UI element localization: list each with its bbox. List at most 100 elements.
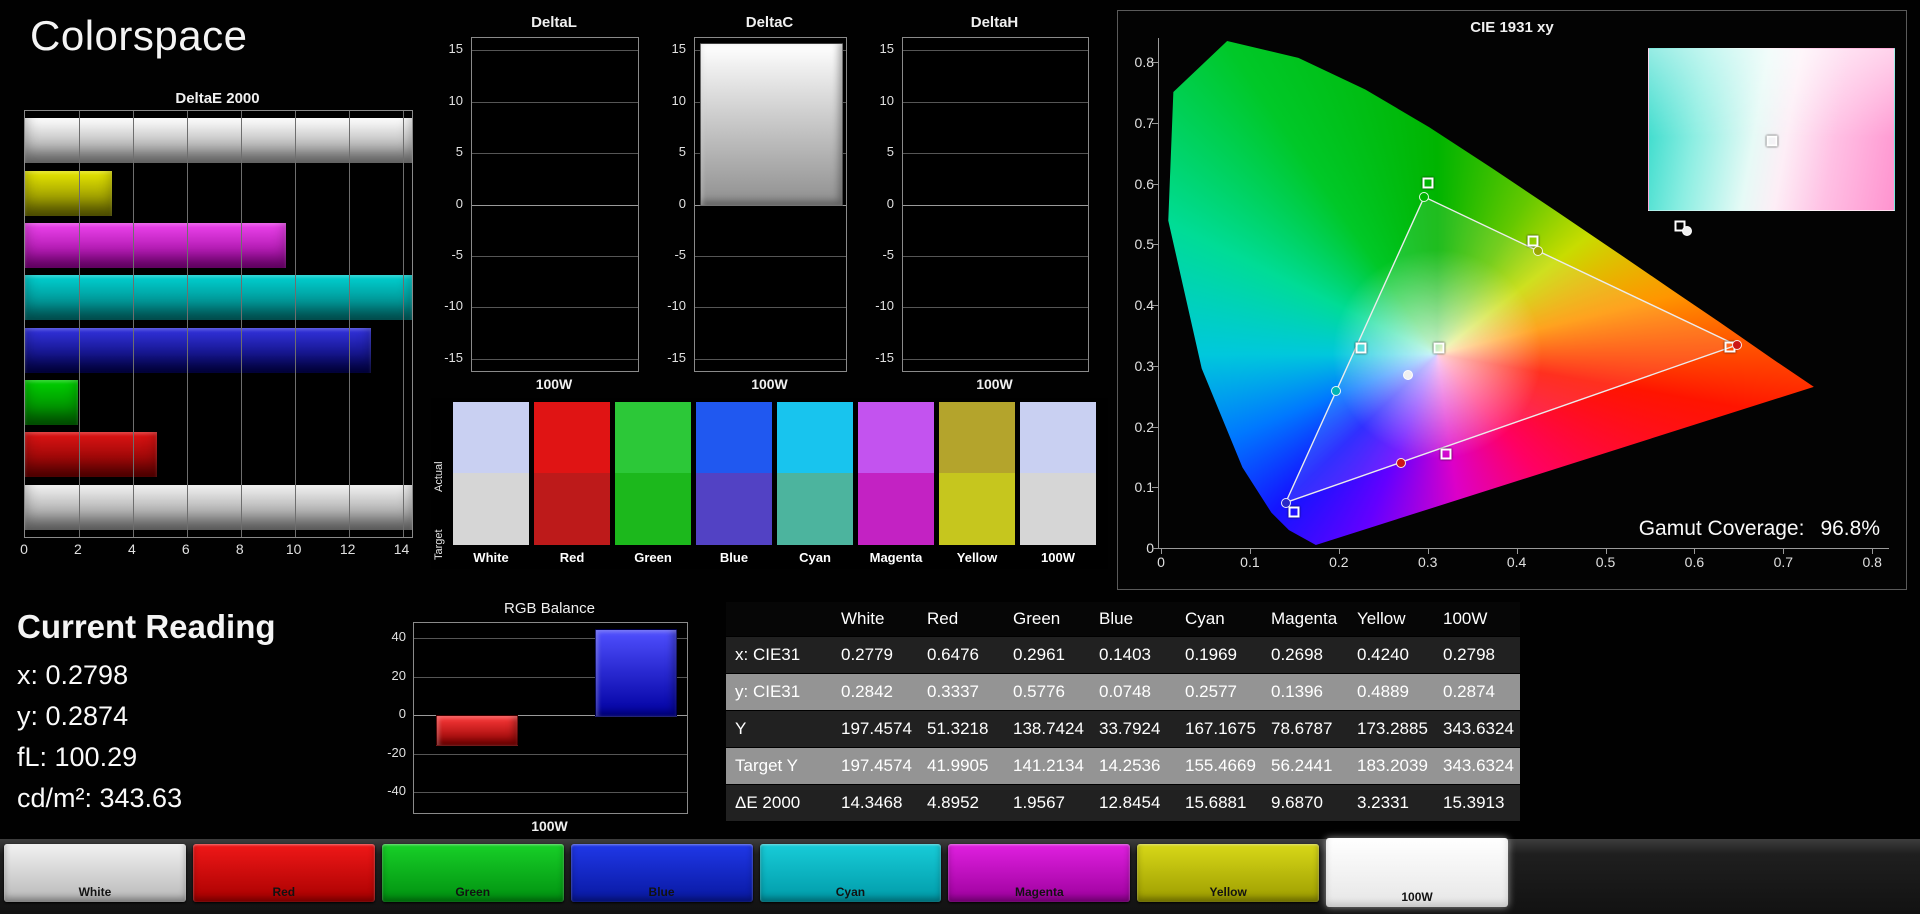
table-cell: 3.2331 xyxy=(1348,785,1434,822)
table-cell: 0.1396 xyxy=(1262,674,1348,711)
table-cell: 56.2441 xyxy=(1262,748,1348,785)
red-measured xyxy=(1731,340,1742,351)
delta-y-tick: -10 xyxy=(875,298,894,314)
pattern-button-white[interactable]: White xyxy=(4,844,186,902)
table-header-cell xyxy=(726,602,832,637)
table-cell: 197.4574 xyxy=(832,711,918,748)
delta-gridline xyxy=(472,204,638,206)
delta-y-tick: 0 xyxy=(886,195,894,211)
cie-tick-mark xyxy=(1152,122,1159,124)
gamut-coverage-label: Gamut Coverage: xyxy=(1638,517,1805,540)
delta-gridline xyxy=(472,101,638,103)
cie-tick-mark xyxy=(1152,426,1159,428)
cie-y-tick: 0.4 xyxy=(1134,297,1154,313)
deltae-bar-cyan xyxy=(25,275,412,321)
white-target xyxy=(1433,342,1445,354)
current-reading-heading: Current Reading xyxy=(17,608,276,645)
cie-y-axis xyxy=(1158,38,1159,549)
table-cell: 0.2779 xyxy=(832,637,918,674)
pattern-button-red[interactable]: Red xyxy=(192,844,375,902)
table-cell: 41.9905 xyxy=(918,748,1004,785)
deltae-x-tick: 10 xyxy=(285,541,302,557)
cie-y-tick: 0.1 xyxy=(1134,479,1154,496)
pattern-button-label: Red xyxy=(272,885,296,899)
table-header-cell: Blue xyxy=(1090,602,1176,637)
swatch-target-blue xyxy=(696,473,772,545)
table-header-cell: Yellow xyxy=(1348,602,1434,637)
swatch-target-magenta xyxy=(858,473,934,545)
delta-gridline xyxy=(903,307,1088,309)
table-header-cell: 100W xyxy=(1434,602,1520,637)
table-header-cell: Red xyxy=(918,602,1004,637)
cie-y-tick: 0.3 xyxy=(1134,357,1154,374)
green-measured xyxy=(1419,191,1430,202)
swatch-label: Yellow xyxy=(956,549,998,565)
delta-y-tick: -5 xyxy=(451,246,463,262)
cie-x-tick: 0.7 xyxy=(1773,554,1794,570)
cie-x-tick: 0.1 xyxy=(1240,554,1260,570)
pattern-buttons: White Red Green Blue Cyan Magenta Yellow 100W xyxy=(0,838,1512,914)
cie-tick-mark xyxy=(1605,548,1607,554)
cie-x-tick: 0.4 xyxy=(1506,554,1527,570)
pattern-button-cyan[interactable]: Cyan xyxy=(759,844,942,902)
delta-y-tick: 15 xyxy=(671,41,686,57)
cie-x-tick: 0 xyxy=(1157,554,1165,570)
cie-tick-mark xyxy=(1694,548,1696,554)
swatch-label: Green xyxy=(634,549,672,565)
table-cell: 0.2874 xyxy=(1434,674,1520,711)
rgb-balance-title: RGB Balance xyxy=(504,600,595,617)
deltae-x-tick: 12 xyxy=(339,541,356,557)
swatch-columns: White Red Green Blue Cyan Magenta Yellow 100W xyxy=(453,402,1096,569)
swatch-label: 100W xyxy=(1041,549,1075,565)
cie-x-tick: 0.6 xyxy=(1684,554,1705,570)
table-cell: 138.7424 xyxy=(1004,711,1090,748)
swatch-actual-yellow xyxy=(939,402,1015,473)
table-cell: 0.1403 xyxy=(1090,637,1176,674)
table-cell: 183.2039 xyxy=(1348,748,1434,785)
table-cell: 0.6476 xyxy=(918,637,1004,674)
delta-gridline xyxy=(472,307,638,309)
cie-tick-mark xyxy=(1152,183,1159,185)
deltae-gridline xyxy=(186,111,188,537)
delta-y-tick: 0 xyxy=(678,195,686,211)
deltae-bar-yellow xyxy=(25,170,113,216)
swatch-label: Magenta xyxy=(869,549,923,565)
table-cell: 15.3913 xyxy=(1434,785,1520,822)
table-cell: 15.6881 xyxy=(1176,785,1262,822)
delta-gridline xyxy=(695,307,846,309)
table-cell: 33.7924 xyxy=(1090,711,1176,748)
rgb-gridline xyxy=(414,753,687,755)
cie-tick-mark xyxy=(1161,548,1162,554)
delta-gridline xyxy=(903,255,1088,257)
delta-y-tick: -10 xyxy=(667,298,686,314)
swatch-actual-cyan xyxy=(777,402,853,473)
pattern-button-magenta[interactable]: Magenta xyxy=(948,844,1131,902)
pattern-button-100w[interactable]: 100W xyxy=(1326,838,1508,907)
deltae-x-tick: 14 xyxy=(393,541,410,557)
delta-y-tick: -5 xyxy=(882,246,894,262)
bottom-bar: WhiteRedGreenBlueCyanMagentaYellow100W ▲… xyxy=(0,838,1920,914)
pattern-button-label: Cyan xyxy=(835,885,866,899)
cie-y-tick: 0.8 xyxy=(1134,54,1154,70)
deltae-x-tick: 0 xyxy=(20,541,28,557)
swatch-target-white xyxy=(453,473,529,545)
delta-bar-deltac xyxy=(699,43,844,207)
table-row-label: y: CIE31 xyxy=(726,674,832,711)
swatch-green: Green xyxy=(615,402,691,569)
swatch-target-yellow xyxy=(939,473,1015,545)
pattern-button-blue[interactable]: Blue xyxy=(570,844,753,902)
rgb-y-tick: 20 xyxy=(391,667,406,683)
gamut-coverage-value: 96.8% xyxy=(1820,517,1880,540)
table-cell: 1.9567 xyxy=(1004,785,1090,822)
pattern-button-yellow[interactable]: Yellow xyxy=(1137,844,1320,902)
delta-chart-deltac xyxy=(694,37,847,372)
pattern-button-green[interactable]: Green xyxy=(381,844,564,902)
table-cell: 141.2134 xyxy=(1004,748,1090,785)
table-row-label: Target Y xyxy=(726,748,832,785)
reading-cdm2: cd/m²: 343.63 xyxy=(17,783,183,813)
delta-y-tick: 10 xyxy=(671,92,686,108)
deltae-gridline xyxy=(348,111,350,537)
table-cell: 0.1969 xyxy=(1176,637,1262,674)
cie-tick-mark xyxy=(1516,548,1518,554)
swatch-target-green xyxy=(615,473,691,545)
